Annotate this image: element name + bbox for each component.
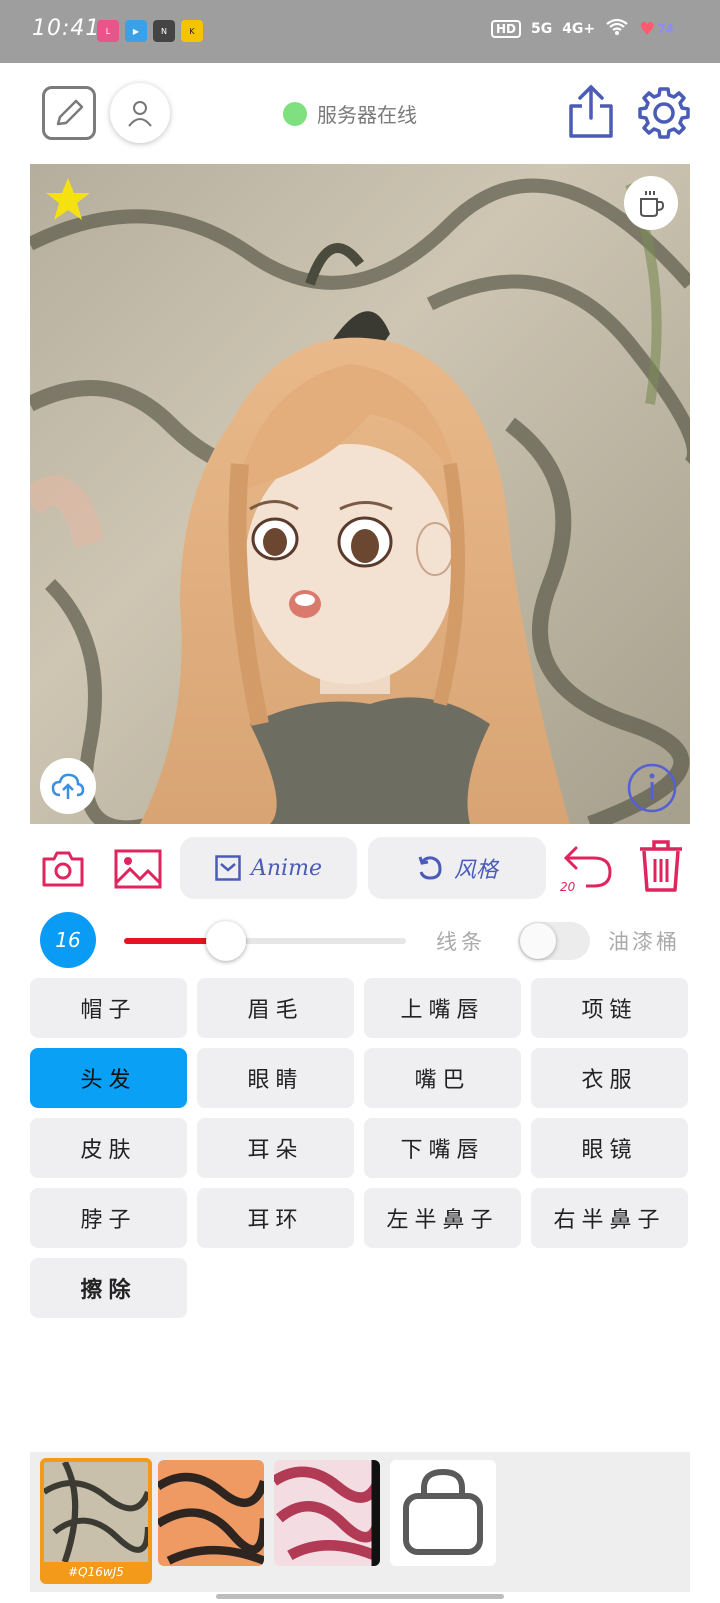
lofter-app-icon: L: [97, 20, 119, 42]
part-button[interactable]: 右半鼻子: [531, 1188, 688, 1248]
part-button[interactable]: 头发: [30, 1048, 187, 1108]
part-button[interactable]: 脖子: [30, 1188, 187, 1248]
style-label: 风格: [453, 858, 498, 883]
system-icons: HD 5G 4G+ ♥ 74: [490, 18, 674, 40]
battery-indicator: ♥ 74: [639, 19, 674, 40]
part-button[interactable]: 帽子: [30, 978, 187, 1038]
wifi-icon: [605, 18, 629, 40]
rotate-icon: [418, 856, 442, 880]
part-button[interactable]: 眉毛: [197, 978, 354, 1038]
chevron-down-box-icon: [215, 855, 241, 881]
heart-icon: ♥: [639, 18, 656, 40]
server-status-label: 服务器在线: [317, 103, 417, 127]
toggle-knob: [520, 923, 556, 959]
line-mode-label: 线条: [436, 930, 486, 954]
slider-thumb[interactable]: [206, 921, 247, 961]
notification-icons: L ▶ N K: [97, 20, 203, 42]
drawing-canvas[interactable]: [30, 164, 690, 824]
info-icon: [627, 763, 677, 813]
style-thumb-image: [44, 1462, 148, 1562]
part-button[interactable]: 眼镜: [531, 1118, 688, 1178]
image-icon: [114, 849, 162, 889]
kuaikan-app-icon: K: [181, 20, 203, 42]
style-thumb-image: [274, 1460, 380, 1566]
locked-style-button[interactable]: [390, 1460, 496, 1566]
signal-5g-icon: 5G: [530, 21, 553, 37]
hd-icon: HD: [490, 20, 521, 38]
style-thumb-3[interactable]: [274, 1460, 380, 1566]
user-profile-button[interactable]: [110, 83, 170, 143]
model-label: Anime: [251, 855, 322, 881]
brush-size-indicator: 16: [40, 912, 96, 968]
part-button[interactable]: 嘴巴: [364, 1048, 521, 1108]
share-icon: [569, 84, 613, 138]
brush-size-slider[interactable]: [124, 921, 406, 961]
part-button[interactable]: 皮肤: [30, 1118, 187, 1178]
donate-button[interactable]: [624, 176, 678, 230]
favorite-button[interactable]: [42, 174, 94, 226]
edit-pen-icon: [56, 99, 84, 126]
info-button[interactable]: [626, 762, 678, 814]
camera-button[interactable]: [40, 846, 86, 892]
upload-button[interactable]: [40, 758, 96, 814]
style-thumbnails: #Q16wJ5: [30, 1452, 690, 1592]
camera-icon: [42, 851, 84, 887]
battery-level: 74: [657, 22, 674, 36]
bag-lock-icon: [403, 1468, 483, 1555]
part-button[interactable]: 眼睛: [197, 1048, 354, 1108]
brush-controls: 16 线条 油漆桶: [0, 912, 720, 970]
coffee-cup-icon: [640, 191, 665, 217]
gallery-button[interactable]: [114, 846, 162, 892]
paint-bucket-label: 油漆桶: [608, 930, 680, 954]
part-button[interactable]: 上嘴唇: [364, 978, 521, 1038]
part-button[interactable]: 耳朵: [197, 1118, 354, 1178]
trash-icon: [640, 840, 682, 892]
style-button[interactable]: 风格: [368, 837, 546, 899]
server-status-dot: [283, 101, 307, 126]
model-select-button[interactable]: Anime: [180, 837, 357, 899]
news-app-icon: N: [153, 20, 175, 42]
signal-4g-icon: 4G+: [562, 21, 596, 37]
video-app-icon: ▶: [125, 20, 147, 42]
style-thumb-2[interactable]: [158, 1460, 264, 1566]
edit-button[interactable]: [42, 86, 96, 140]
star-icon: [46, 178, 90, 220]
share-button[interactable]: [565, 83, 617, 141]
gesture-navigation-bar: [216, 1594, 504, 1599]
part-button[interactable]: 左半鼻子: [364, 1188, 521, 1248]
part-button[interactable]: 项链: [531, 978, 688, 1038]
cloud-upload-icon: [51, 773, 85, 799]
user-icon: [128, 101, 152, 127]
style-thumb-image: [158, 1460, 264, 1566]
style-code: #Q16wJ5: [68, 1565, 124, 1579]
paint-bucket-toggle[interactable]: [518, 922, 590, 960]
top-bar: 服务器在线: [0, 63, 720, 163]
part-button[interactable]: 衣服: [531, 1048, 688, 1108]
anime-portrait-image: [30, 178, 690, 824]
status-bar: 10:41 L ▶ N K HD 5G 4G+ ♥ 74: [0, 0, 720, 63]
part-button[interactable]: 下嘴唇: [364, 1118, 521, 1178]
settings-button[interactable]: [636, 85, 692, 141]
gear-icon: [638, 87, 690, 139]
undo-count: 20: [560, 880, 576, 894]
delete-button[interactable]: [636, 838, 686, 894]
part-button[interactable]: 耳环: [197, 1188, 354, 1248]
style-thumb-1[interactable]: #Q16wJ5: [40, 1458, 152, 1584]
server-status: 服务器在线: [283, 99, 417, 128]
slider-fill: [124, 938, 215, 944]
tool-row: Anime 风格 20: [0, 836, 720, 902]
status-time: 10:41: [32, 16, 101, 41]
part-selector-grid: 帽子 眉毛 上嘴唇 项链头发 眼睛 嘴巴 衣服皮肤 耳朵 下嘴唇 眼镜脖子 耳环 左半鼻子 右半鼻子擦除: [30, 978, 690, 1318]
part-button[interactable]: 擦除: [30, 1258, 187, 1318]
